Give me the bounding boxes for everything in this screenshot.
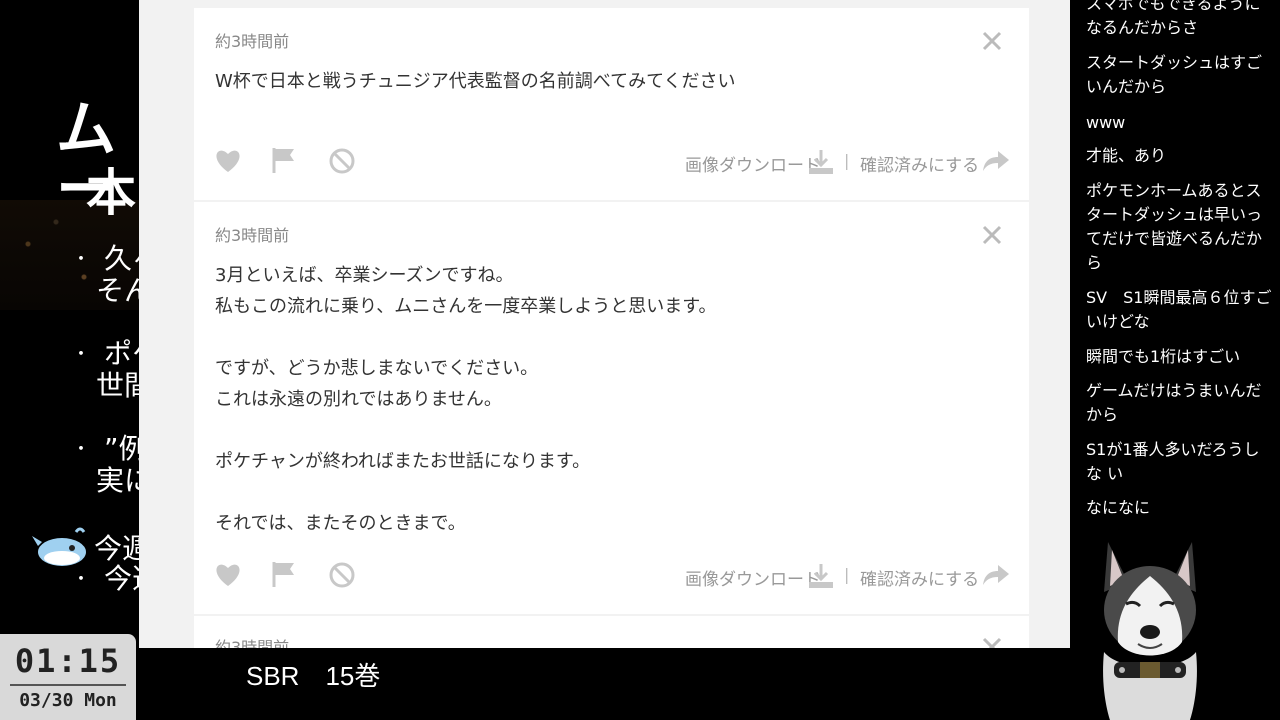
- message-panel: 約3時間前 W杯で日本と戦うチュニジア代表監督の名前調べてみてください 画像ダウ…: [139, 0, 1070, 648]
- comment-feed: スマホでもできるように なるんだからさ スタートダッシュはすご いんだから ww…: [1070, 0, 1280, 530]
- message-body: W杯で日本と戦うチュニジア代表監督の名前調べてみてください: [215, 71, 736, 92]
- comment-item: 才能、あり: [1086, 146, 1167, 165]
- comment-item: スタートダッシュはすご いんだから: [1086, 53, 1263, 96]
- heart-icon[interactable]: [214, 562, 242, 588]
- slide-title-line2: 本: [86, 164, 138, 222]
- message-card: 約3時間前 W杯で日本と戦うチュニジア代表監督の名前調べてみてください 画像ダウ…: [194, 8, 1029, 200]
- close-icon[interactable]: [981, 636, 1003, 648]
- comment-item: S1が1番人多いだろうしな い: [1086, 440, 1260, 483]
- clock-date: 03/30 Mon: [19, 690, 117, 711]
- share-arrow-icon[interactable]: [982, 563, 1010, 587]
- message-card: 約3時間前 3月といえば、卒業シーズンですね。 私もこの流れに乗り、ムニさんを一…: [194, 202, 1029, 614]
- husky-avatar: [1103, 542, 1197, 720]
- slide-bullet: ・久々: [72, 242, 140, 275]
- close-icon[interactable]: [981, 224, 1003, 246]
- whale-pixel-icon: [32, 527, 86, 566]
- mark-confirmed-link[interactable]: 確認済みにする: [860, 565, 979, 590]
- download-icon[interactable]: [807, 562, 835, 590]
- slide-bullet-cont: 世間: [96, 369, 140, 402]
- heart-icon[interactable]: [214, 148, 242, 174]
- clock-time: 01:15: [14, 642, 122, 680]
- download-icon[interactable]: [807, 148, 835, 176]
- comment-item: ポケモンホームあるとス タートダッシュは早いっ てだけで皆遊べるんだか ら: [1086, 181, 1263, 272]
- flag-icon[interactable]: [271, 560, 297, 588]
- block-icon[interactable]: [328, 561, 356, 589]
- comment-item: SV S1瞬間最高６位すご いけどな: [1086, 288, 1272, 331]
- comment-item: ゲームだけはうまいんだ から: [1086, 381, 1262, 424]
- action-separator: |: [844, 565, 850, 584]
- slide-bullet: ・ポケ: [72, 337, 140, 370]
- slide-bullet-cont: そん: [96, 274, 140, 307]
- mark-confirmed-link[interactable]: 確認済みにする: [860, 151, 979, 176]
- message-time: 約3時間前: [215, 32, 290, 51]
- block-icon[interactable]: [328, 147, 356, 175]
- share-arrow-icon[interactable]: [982, 149, 1010, 173]
- comment-item: www: [1086, 113, 1126, 132]
- background-slide: ムー 本 ・久々 そん ・ポケ 世間 ・”例 実に 今週 ・今週: [0, 0, 140, 640]
- slide-bullet: ・ ”例: [72, 432, 140, 465]
- stream-caption: SBR 15巻: [246, 661, 381, 691]
- comment-item: 瞬間でも1桁はすごい: [1086, 347, 1241, 366]
- action-separator: |: [844, 151, 850, 170]
- slide-bullet: 今週: [94, 532, 140, 565]
- comment-item: なになに: [1086, 498, 1151, 517]
- close-icon[interactable]: [981, 30, 1003, 52]
- message-body: 3月といえば、卒業シーズンですね。 私もこの流れに乗り、ムニさんを一度卒業しよう…: [215, 265, 717, 534]
- message-time: 約3時間前: [215, 638, 290, 648]
- comment-item: スマホでもできるように なるんだからさ: [1086, 0, 1261, 37]
- clock-widget: 01:15 03/30 Mon: [0, 634, 136, 720]
- slide-bullet-cont: 実に: [96, 464, 140, 497]
- clock-divider: [10, 684, 126, 686]
- download-image-link[interactable]: 画像ダウンロード: [685, 151, 821, 176]
- flag-icon[interactable]: [271, 146, 297, 174]
- message-card: 約3時間前: [194, 616, 1029, 648]
- message-time: 約3時間前: [215, 226, 290, 245]
- download-image-link[interactable]: 画像ダウンロード: [685, 565, 821, 590]
